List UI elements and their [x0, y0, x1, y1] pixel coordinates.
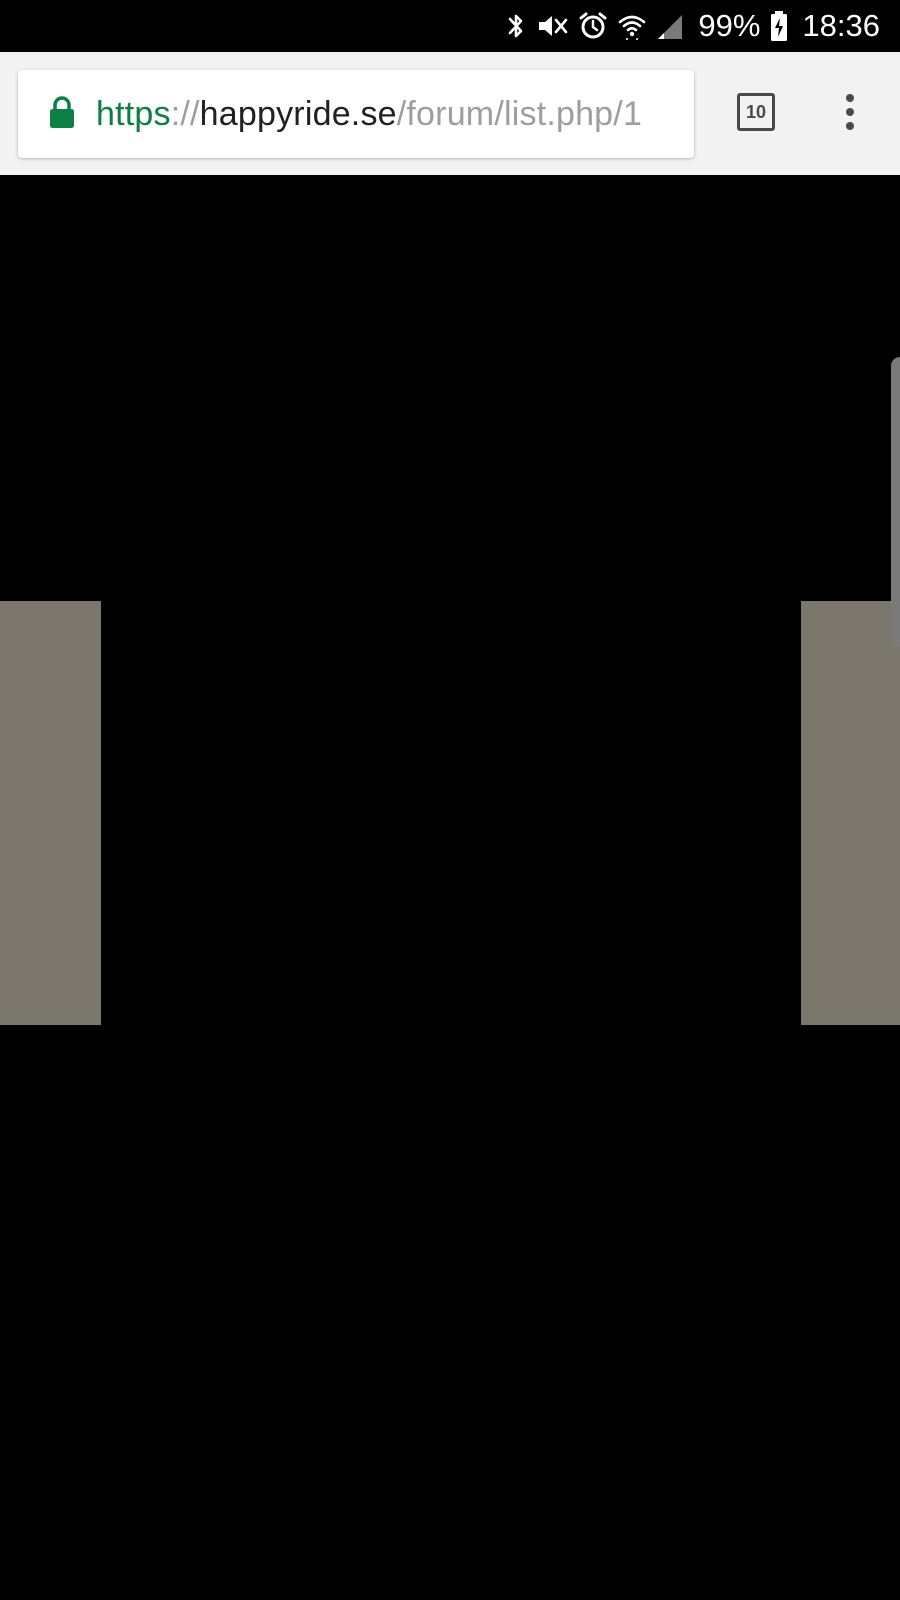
address-bar[interactable]: https://happyride.se/forum/list.php/1	[18, 70, 694, 158]
url-host: happyride.se	[199, 95, 397, 133]
url-path: /forum/list.php/1	[396, 95, 643, 133]
clock: 18:36	[802, 8, 880, 43]
left-side-panel	[0, 601, 101, 1025]
wifi-icon	[618, 11, 646, 41]
overflow-menu-icon[interactable]	[836, 92, 864, 132]
tab-switcher-button[interactable]: 10	[737, 93, 775, 131]
url-text[interactable]: https://happyride.se/forum/list.php/1	[96, 70, 642, 158]
mute-icon	[536, 11, 568, 41]
url-scheme: https	[96, 95, 171, 133]
right-side-panel	[801, 601, 900, 1025]
cell-signal-icon	[656, 11, 684, 41]
bluetooth-icon	[506, 11, 526, 41]
edge-panel-handle[interactable]	[891, 357, 900, 647]
url-separator: ://	[170, 95, 200, 133]
status-bar: 99% 18:36	[0, 0, 900, 52]
alarm-icon	[578, 11, 608, 41]
web-page-content[interactable]	[0, 175, 900, 1600]
battery-percent: 99%	[698, 8, 761, 43]
tab-count: 10	[745, 101, 767, 122]
lock-icon	[48, 96, 76, 130]
battery-charging-icon	[770, 11, 788, 41]
status-icons: 99% 18:36	[506, 0, 880, 52]
